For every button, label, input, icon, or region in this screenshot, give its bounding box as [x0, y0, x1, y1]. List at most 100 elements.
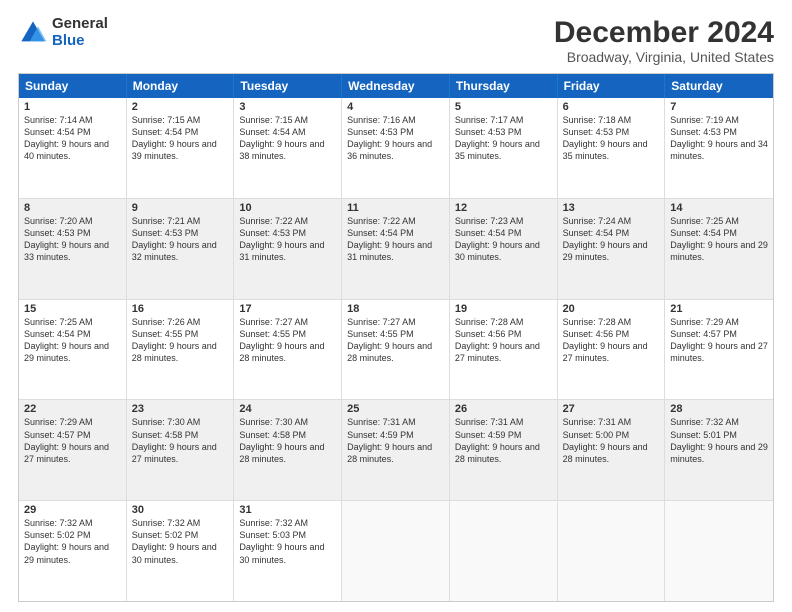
day-number: 17: [239, 303, 336, 315]
calendar-cell: 2Sunrise: 7:15 AM Sunset: 4:54 PM Daylig…: [127, 98, 235, 198]
day-number: 18: [347, 303, 444, 315]
day-number: 7: [670, 101, 768, 113]
cell-text: Sunrise: 7:25 AM Sunset: 4:54 PM Dayligh…: [24, 316, 121, 365]
day-number: 23: [132, 403, 229, 415]
calendar-header-cell: Sunday: [19, 74, 127, 98]
calendar-cell: 23Sunrise: 7:30 AM Sunset: 4:58 PM Dayli…: [127, 400, 235, 500]
calendar-cell: 16Sunrise: 7:26 AM Sunset: 4:55 PM Dayli…: [127, 300, 235, 400]
logo: General Blue: [18, 16, 108, 49]
calendar-cell: 13Sunrise: 7:24 AM Sunset: 4:54 PM Dayli…: [558, 199, 666, 299]
day-number: 8: [24, 202, 121, 214]
calendar-cell: 10Sunrise: 7:22 AM Sunset: 4:53 PM Dayli…: [234, 199, 342, 299]
subtitle: Broadway, Virginia, United States: [554, 49, 774, 65]
calendar-cell: 4Sunrise: 7:16 AM Sunset: 4:53 PM Daylig…: [342, 98, 450, 198]
calendar-cell: 17Sunrise: 7:27 AM Sunset: 4:55 PM Dayli…: [234, 300, 342, 400]
calendar-header-cell: Thursday: [450, 74, 558, 98]
calendar-cell: 27Sunrise: 7:31 AM Sunset: 5:00 PM Dayli…: [558, 400, 666, 500]
cell-text: Sunrise: 7:32 AM Sunset: 5:01 PM Dayligh…: [670, 416, 768, 465]
calendar-cell: 5Sunrise: 7:17 AM Sunset: 4:53 PM Daylig…: [450, 98, 558, 198]
day-number: 13: [563, 202, 660, 214]
cell-text: Sunrise: 7:28 AM Sunset: 4:56 PM Dayligh…: [563, 316, 660, 365]
calendar-cell: 31Sunrise: 7:32 AM Sunset: 5:03 PM Dayli…: [234, 501, 342, 601]
calendar-cell: [342, 501, 450, 601]
cell-text: Sunrise: 7:20 AM Sunset: 4:53 PM Dayligh…: [24, 215, 121, 264]
cell-text: Sunrise: 7:17 AM Sunset: 4:53 PM Dayligh…: [455, 114, 552, 163]
cell-text: Sunrise: 7:22 AM Sunset: 4:54 PM Dayligh…: [347, 215, 444, 264]
day-number: 22: [24, 403, 121, 415]
cell-text: Sunrise: 7:32 AM Sunset: 5:03 PM Dayligh…: [239, 517, 336, 566]
cell-text: Sunrise: 7:26 AM Sunset: 4:55 PM Dayligh…: [132, 316, 229, 365]
cell-text: Sunrise: 7:27 AM Sunset: 4:55 PM Dayligh…: [239, 316, 336, 365]
day-number: 19: [455, 303, 552, 315]
day-number: 27: [563, 403, 660, 415]
calendar-cell: 28Sunrise: 7:32 AM Sunset: 5:01 PM Dayli…: [665, 400, 773, 500]
calendar-cell: 7Sunrise: 7:19 AM Sunset: 4:53 PM Daylig…: [665, 98, 773, 198]
day-number: 24: [239, 403, 336, 415]
day-number: 29: [24, 504, 121, 516]
day-number: 2: [132, 101, 229, 113]
calendar: SundayMondayTuesdayWednesdayThursdayFrid…: [18, 73, 774, 602]
cell-text: Sunrise: 7:15 AM Sunset: 4:54 AM Dayligh…: [239, 114, 336, 163]
calendar-header-cell: Wednesday: [342, 74, 450, 98]
main-title: December 2024: [554, 16, 774, 49]
calendar-row: 1Sunrise: 7:14 AM Sunset: 4:54 PM Daylig…: [19, 98, 773, 199]
cell-text: Sunrise: 7:28 AM Sunset: 4:56 PM Dayligh…: [455, 316, 552, 365]
calendar-cell: 3Sunrise: 7:15 AM Sunset: 4:54 AM Daylig…: [234, 98, 342, 198]
cell-text: Sunrise: 7:14 AM Sunset: 4:54 PM Dayligh…: [24, 114, 121, 163]
day-number: 20: [563, 303, 660, 315]
calendar-header-cell: Tuesday: [234, 74, 342, 98]
calendar-cell: 6Sunrise: 7:18 AM Sunset: 4:53 PM Daylig…: [558, 98, 666, 198]
cell-text: Sunrise: 7:15 AM Sunset: 4:54 PM Dayligh…: [132, 114, 229, 163]
calendar-cell: 1Sunrise: 7:14 AM Sunset: 4:54 PM Daylig…: [19, 98, 127, 198]
cell-text: Sunrise: 7:31 AM Sunset: 4:59 PM Dayligh…: [347, 416, 444, 465]
day-number: 26: [455, 403, 552, 415]
cell-text: Sunrise: 7:32 AM Sunset: 5:02 PM Dayligh…: [132, 517, 229, 566]
calendar-row: 15Sunrise: 7:25 AM Sunset: 4:54 PM Dayli…: [19, 300, 773, 401]
cell-text: Sunrise: 7:31 AM Sunset: 4:59 PM Dayligh…: [455, 416, 552, 465]
day-number: 15: [24, 303, 121, 315]
cell-text: Sunrise: 7:22 AM Sunset: 4:53 PM Dayligh…: [239, 215, 336, 264]
calendar-row: 22Sunrise: 7:29 AM Sunset: 4:57 PM Dayli…: [19, 400, 773, 501]
title-block: December 2024 Broadway, Virginia, United…: [554, 16, 774, 65]
day-number: 1: [24, 101, 121, 113]
calendar-cell: 20Sunrise: 7:28 AM Sunset: 4:56 PM Dayli…: [558, 300, 666, 400]
day-number: 9: [132, 202, 229, 214]
day-number: 16: [132, 303, 229, 315]
calendar-cell: [450, 501, 558, 601]
calendar-cell: 12Sunrise: 7:23 AM Sunset: 4:54 PM Dayli…: [450, 199, 558, 299]
page: General Blue December 2024 Broadway, Vir…: [0, 0, 792, 612]
day-number: 21: [670, 303, 768, 315]
day-number: 11: [347, 202, 444, 214]
day-number: 12: [455, 202, 552, 214]
cell-text: Sunrise: 7:19 AM Sunset: 4:53 PM Dayligh…: [670, 114, 768, 163]
calendar-header: SundayMondayTuesdayWednesdayThursdayFrid…: [19, 74, 773, 98]
calendar-cell: 19Sunrise: 7:28 AM Sunset: 4:56 PM Dayli…: [450, 300, 558, 400]
calendar-cell: [558, 501, 666, 601]
calendar-body: 1Sunrise: 7:14 AM Sunset: 4:54 PM Daylig…: [19, 98, 773, 601]
day-number: 28: [670, 403, 768, 415]
calendar-cell: 25Sunrise: 7:31 AM Sunset: 4:59 PM Dayli…: [342, 400, 450, 500]
calendar-cell: 21Sunrise: 7:29 AM Sunset: 4:57 PM Dayli…: [665, 300, 773, 400]
day-number: 25: [347, 403, 444, 415]
calendar-row: 29 Sunrise: 7:32 AM Sunset: 5:02 PM Dayli…: [19, 501, 773, 601]
calendar-header-cell: Friday: [558, 74, 666, 98]
calendar-cell: 14Sunrise: 7:25 AM Sunset: 4:54 PM Dayli…: [665, 199, 773, 299]
cell-text: Sunrise: 7:31 AM Sunset: 5:00 PM Dayligh…: [563, 416, 660, 465]
day-number: 5: [455, 101, 552, 113]
day-number: 4: [347, 101, 444, 113]
day-number: 31: [239, 504, 336, 516]
cell-text: Sunrise: 7:16 AM Sunset: 4:53 PM Dayligh…: [347, 114, 444, 163]
calendar-cell: 8Sunrise: 7:20 AM Sunset: 4:53 PM Daylig…: [19, 199, 127, 299]
day-number: 6: [563, 101, 660, 113]
cell-text: Sunrise: 7:18 AM Sunset: 4:53 PM Dayligh…: [563, 114, 660, 163]
cell-text: Sunrise: 7:30 AM Sunset: 4:58 PM Dayligh…: [132, 416, 229, 465]
calendar-cell: [665, 501, 773, 601]
calendar-cell: 26Sunrise: 7:31 AM Sunset: 4:59 PM Dayli…: [450, 400, 558, 500]
calendar-cell: 22Sunrise: 7:29 AM Sunset: 4:57 PM Dayli…: [19, 400, 127, 500]
calendar-cell: 15Sunrise: 7:25 AM Sunset: 4:54 PM Dayli…: [19, 300, 127, 400]
cell-text: Sunrise: 7:30 AM Sunset: 4:58 PM Dayligh…: [239, 416, 336, 465]
logo-text: General Blue: [52, 16, 108, 49]
cell-text: Sunrise: 7:21 AM Sunset: 4:53 PM Dayligh…: [132, 215, 229, 264]
day-number: 10: [239, 202, 336, 214]
cell-text: Sunrise: 7:23 AM Sunset: 4:54 PM Dayligh…: [455, 215, 552, 264]
